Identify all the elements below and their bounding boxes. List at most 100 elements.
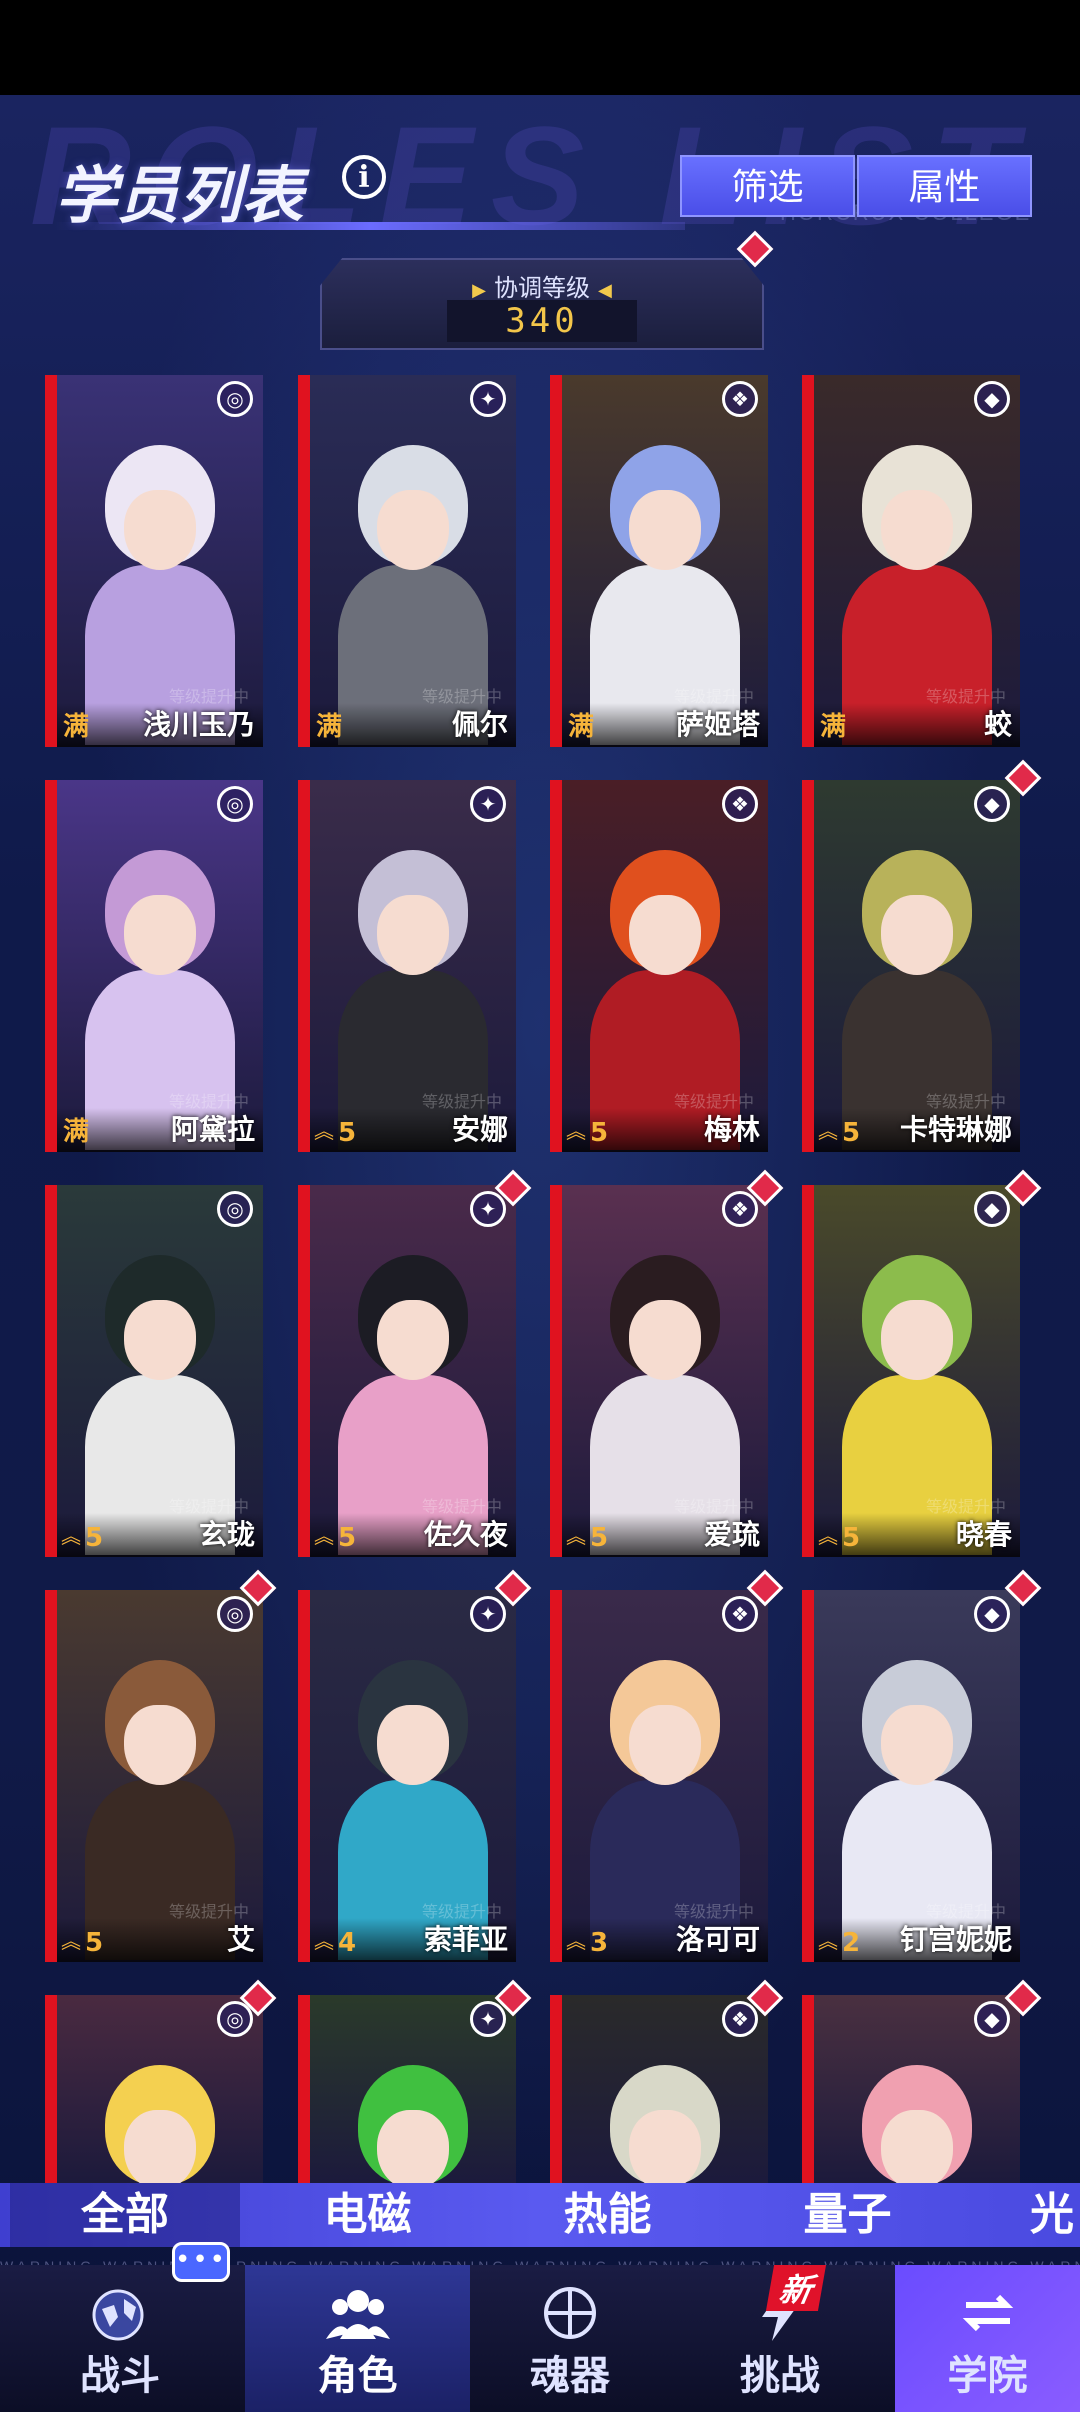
element-icon: ❖ — [722, 786, 758, 822]
element-icon: ◆ — [974, 381, 1010, 417]
character-card[interactable]: ✦ 等级提升中 ︽ 5 安娜 — [298, 780, 516, 1152]
element-icon: ◎ — [217, 1596, 253, 1632]
info-icon[interactable]: i — [342, 155, 386, 199]
arrow-right-icon: ▶ — [472, 280, 486, 301]
character-card[interactable]: ❖ 等级提升中 ︽ 5 爱琉 — [550, 1185, 768, 1557]
character-card[interactable]: ✦ 等级提升中 ︽ 5 佐久夜 — [298, 1185, 516, 1557]
rank-label: 5 — [842, 1523, 861, 1553]
nav-battle[interactable]: 战斗 — [0, 2265, 240, 2412]
character-card[interactable]: ✦ — [298, 1995, 516, 2183]
nav-battle-label: 战斗 — [80, 2353, 160, 2399]
portrait-face — [629, 1300, 701, 1380]
academy-icon — [962, 2294, 1013, 2332]
chevron-up-icon: ︽ — [314, 1524, 334, 1548]
portrait-face — [377, 1300, 449, 1380]
rank-label: 5 — [85, 1523, 104, 1553]
portrait-face — [629, 490, 701, 570]
filter-tab-electromagnetic[interactable]: 电磁 — [255, 2183, 480, 2247]
filter-tab-thermal[interactable]: 热能 — [495, 2183, 720, 2247]
character-card[interactable]: ◆ — [802, 1995, 1020, 2183]
character-card[interactable]: ◎ 等级提升中满浅川玉乃 — [45, 375, 263, 747]
nav-characters[interactable]: 角色 — [245, 2265, 470, 2412]
element-icon: ❖ — [722, 1191, 758, 1227]
element-icon: ◆ — [974, 2001, 1010, 2037]
portrait-face — [124, 1300, 196, 1380]
character-card[interactable]: ◆ 等级提升中满蛟 — [802, 375, 1020, 747]
character-card[interactable]: ◎ 等级提升中满阿黛拉 — [45, 780, 263, 1152]
portrait-face — [629, 1705, 701, 1785]
chevron-up-icon: ︽ — [818, 1524, 838, 1548]
character-card[interactable]: ◆ 等级提升中 ︽ 5 晓春 — [802, 1185, 1020, 1557]
element-icon: ◆ — [974, 1191, 1010, 1227]
character-card[interactable]: ◎ — [45, 1995, 263, 2183]
character-name: 爱琉 — [703, 1518, 760, 1551]
character-name: 安娜 — [451, 1113, 508, 1146]
element-icon: ◎ — [217, 786, 253, 822]
character-name: 梅林 — [703, 1113, 760, 1146]
rank-label: 5 — [590, 1118, 609, 1148]
globe-icon — [92, 2289, 144, 2341]
level-label-row: ▶ 协调等级 ◀ — [322, 268, 762, 303]
element-icon: ✦ — [470, 1191, 506, 1227]
filter-tab-all[interactable]: 全部 — [10, 2183, 240, 2247]
portrait-face — [124, 490, 196, 570]
chevron-up-icon: ︽ — [61, 1929, 81, 1953]
filter-tab-light[interactable]: 光 — [1030, 2183, 1080, 2247]
portrait-face — [881, 1300, 953, 1380]
character-name: 索菲亚 — [423, 1923, 508, 1956]
element-icon: ✦ — [470, 381, 506, 417]
portrait-face — [881, 2110, 953, 2183]
chevron-up-icon: ︽ — [61, 1524, 81, 1548]
character-card[interactable]: ◎ 等级提升中 ︽ 5 玄珑 — [45, 1185, 263, 1557]
filter-tab-quantum[interactable]: 量子 — [735, 2183, 960, 2247]
rank-label: 满 — [316, 712, 343, 742]
rank-label: 4 — [338, 1928, 357, 1958]
character-name: 洛可可 — [675, 1923, 760, 1956]
level-value: 340 — [447, 300, 637, 342]
character-card[interactable]: ✦ 等级提升中满佩尔 — [298, 375, 516, 747]
rank-label: 满 — [568, 712, 595, 742]
characters-icon — [325, 2290, 390, 2339]
character-name: 艾 — [226, 1923, 255, 1956]
chat-bubble-icon[interactable]: ••• — [172, 2242, 230, 2282]
nav-academy-label: 学院 — [947, 2353, 1028, 2399]
rank-label: 5 — [85, 1928, 104, 1958]
character-card[interactable]: ✦ 等级提升中 ︽ 4 索菲亚 — [298, 1590, 516, 1962]
character-name: 卡特琳娜 — [899, 1113, 1012, 1146]
rank-label: 满 — [63, 1117, 90, 1147]
element-filter-bar: 全部 电磁 热能 量子 光 — [0, 2183, 1080, 2247]
character-card[interactable]: ◆ 等级提升中 ︽ 2 钉宫妮妮 — [802, 1590, 1020, 1962]
portrait-face — [124, 1705, 196, 1785]
character-card[interactable]: ❖ 等级提升中 ︽ 5 梅林 — [550, 780, 768, 1152]
character-card[interactable]: ◎ 等级提升中 ︽ 5 艾 — [45, 1590, 263, 1962]
chevron-up-icon: ︽ — [314, 1929, 334, 1953]
portrait-face — [881, 490, 953, 570]
character-name: 浅川玉乃 — [142, 708, 255, 741]
rank-label: 5 — [338, 1118, 357, 1148]
portrait-face — [377, 2110, 449, 2183]
nav-artifacts[interactable]: 魂器 — [475, 2265, 665, 2412]
nav-academy[interactable]: 学院 — [895, 2265, 1080, 2412]
element-icon: ❖ — [722, 381, 758, 417]
nav-characters-label: 角色 — [317, 2353, 398, 2399]
chevron-up-icon: ︽ — [566, 1929, 586, 1953]
filter-button[interactable]: 筛选 — [680, 155, 855, 217]
character-card[interactable]: ❖ 等级提升中满萨姬塔 — [550, 375, 768, 747]
artifact-icon — [544, 2287, 596, 2339]
character-name: 玄珑 — [198, 1518, 255, 1551]
portrait-face — [377, 895, 449, 975]
chevron-up-icon: ︽ — [566, 1524, 586, 1548]
character-card[interactable]: ◆ 等级提升中 ︽ 5 卡特琳娜 — [802, 780, 1020, 1152]
bottom-nav: 战斗 角色 魂器 挑战 学院 — [0, 2265, 1080, 2412]
portrait-face — [377, 490, 449, 570]
element-icon: ◎ — [217, 381, 253, 417]
character-card[interactable]: ❖ — [550, 1995, 768, 2183]
character-card[interactable]: ❖ 等级提升中 ︽ 3 洛可可 — [550, 1590, 768, 1962]
header-button-group: 筛选 属性 — [680, 155, 1032, 217]
rank-label: 满 — [63, 712, 90, 742]
portrait-face — [881, 1705, 953, 1785]
attribute-button[interactable]: 属性 — [857, 155, 1032, 217]
chevron-up-icon: ︽ — [566, 1119, 586, 1143]
character-name: 佐久夜 — [423, 1518, 508, 1551]
character-name: 萨姬塔 — [675, 708, 760, 741]
